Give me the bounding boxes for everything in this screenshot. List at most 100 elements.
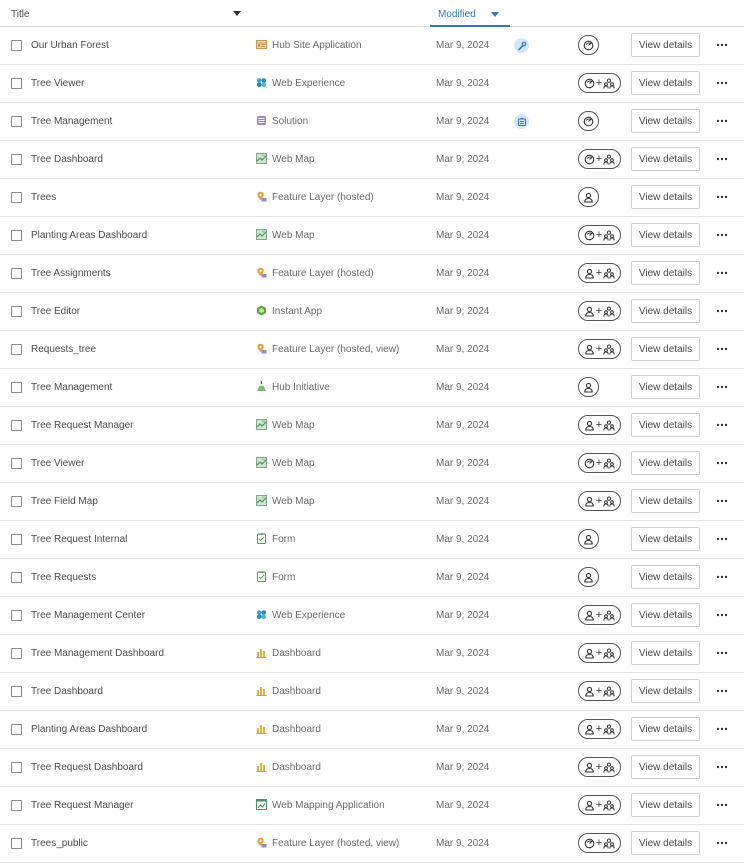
table-row[interactable]: Planting Areas Dashboard Web Map Mar 9, 20… bbox=[0, 217, 744, 255]
more-options-icon[interactable] bbox=[713, 571, 731, 583]
view-details-button[interactable]: View details bbox=[631, 831, 700, 855]
table-row[interactable]: Tree Request Manager Web Map Mar 9, 2024 + V… bbox=[0, 407, 744, 445]
table-row[interactable]: Our Urban Forest Hub Site Application Mar … bbox=[0, 27, 744, 65]
more-options-icon[interactable] bbox=[713, 419, 731, 431]
item-title[interactable]: Requests_tree bbox=[31, 344, 96, 355]
more-options-icon[interactable] bbox=[713, 685, 731, 697]
view-details-button[interactable]: View details bbox=[631, 299, 700, 323]
view-details-button[interactable]: View details bbox=[631, 375, 700, 399]
item-title[interactable]: Trees bbox=[31, 192, 56, 203]
item-title[interactable]: Tree Requests bbox=[31, 572, 96, 583]
table-row[interactable]: Tree Dashboard Web Map Mar 9, 2024 + View de… bbox=[0, 141, 744, 179]
row-checkbox[interactable] bbox=[11, 762, 22, 773]
view-details-button[interactable]: View details bbox=[631, 223, 700, 247]
sharing-status[interactable]: + bbox=[578, 681, 621, 701]
more-options-icon[interactable] bbox=[713, 229, 731, 241]
item-title[interactable]: Tree Request Manager bbox=[31, 800, 133, 811]
sharing-status[interactable]: + bbox=[578, 757, 621, 777]
sharing-status[interactable]: + bbox=[578, 263, 621, 283]
sharing-status[interactable]: + bbox=[578, 149, 621, 169]
view-details-button[interactable]: View details bbox=[631, 185, 700, 209]
title-column-header[interactable]: Title bbox=[11, 9, 30, 20]
item-title[interactable]: Planting Areas Dashboard bbox=[31, 724, 147, 735]
sharing-status[interactable]: + bbox=[578, 719, 621, 739]
row-checkbox[interactable] bbox=[11, 230, 22, 241]
view-details-button[interactable]: View details bbox=[631, 527, 700, 551]
more-options-icon[interactable] bbox=[713, 191, 731, 203]
sharing-status[interactable]: + bbox=[578, 301, 621, 321]
table-row[interactable]: Tree Management Hub Initiative Mar 9, 2024… bbox=[0, 369, 744, 407]
row-checkbox[interactable] bbox=[11, 344, 22, 355]
item-title[interactable]: Tree Request Dashboard bbox=[31, 762, 143, 773]
sharing-status[interactable] bbox=[578, 529, 599, 549]
sharing-status[interactable]: + bbox=[578, 225, 621, 245]
more-options-icon[interactable] bbox=[713, 723, 731, 735]
row-checkbox[interactable] bbox=[11, 154, 22, 165]
view-details-button[interactable]: View details bbox=[631, 71, 700, 95]
row-checkbox[interactable] bbox=[11, 496, 22, 507]
item-title[interactable]: Tree Request Manager bbox=[31, 420, 133, 431]
row-checkbox[interactable] bbox=[11, 686, 22, 697]
item-title[interactable]: Our Urban Forest bbox=[31, 40, 109, 51]
row-checkbox[interactable] bbox=[11, 838, 22, 849]
sharing-status[interactable] bbox=[578, 187, 599, 207]
row-checkbox[interactable] bbox=[11, 192, 22, 203]
item-title[interactable]: Tree Dashboard bbox=[31, 686, 103, 697]
sharing-status[interactable] bbox=[578, 377, 599, 397]
row-checkbox[interactable] bbox=[11, 40, 22, 51]
sharing-status[interactable]: + bbox=[578, 491, 621, 511]
item-title[interactable]: Tree Management Dashboard bbox=[31, 648, 164, 659]
sharing-status[interactable]: + bbox=[578, 453, 621, 473]
table-row[interactable]: Tree Request Manager Web Mapping Applicat… bbox=[0, 787, 744, 825]
row-checkbox[interactable] bbox=[11, 268, 22, 279]
sharing-status[interactable]: + bbox=[578, 73, 621, 93]
more-options-icon[interactable] bbox=[713, 495, 731, 507]
view-details-button[interactable]: View details bbox=[631, 413, 700, 437]
view-details-button[interactable]: View details bbox=[631, 337, 700, 361]
modified-column-header[interactable]: Modified bbox=[430, 0, 510, 27]
row-checkbox[interactable] bbox=[11, 458, 22, 469]
sharing-status[interactable]: + bbox=[578, 339, 621, 359]
item-title[interactable]: Tree Viewer bbox=[31, 78, 84, 89]
sharing-status[interactable]: + bbox=[578, 795, 621, 815]
row-checkbox[interactable] bbox=[11, 648, 22, 659]
sharing-status[interactable]: + bbox=[578, 643, 621, 663]
view-details-button[interactable]: View details bbox=[631, 33, 700, 57]
row-checkbox[interactable] bbox=[11, 116, 22, 127]
sharing-status[interactable]: + bbox=[578, 415, 621, 435]
row-checkbox[interactable] bbox=[11, 534, 22, 545]
table-row[interactable]: Tree Viewer Web Experience Mar 9, 2024 + Vie… bbox=[0, 65, 744, 103]
modified-sort-caret-icon[interactable] bbox=[491, 12, 499, 17]
more-options-icon[interactable] bbox=[713, 837, 731, 849]
more-options-icon[interactable] bbox=[713, 267, 731, 279]
item-title[interactable]: Tree Assignments bbox=[31, 268, 111, 279]
row-checkbox[interactable] bbox=[11, 610, 22, 621]
more-options-icon[interactable] bbox=[713, 647, 731, 659]
view-details-button[interactable]: View details bbox=[631, 451, 700, 475]
table-row[interactable]: Tree Field Map Web Map Mar 9, 2024 + View de… bbox=[0, 483, 744, 521]
more-options-icon[interactable] bbox=[713, 799, 731, 811]
sharing-status[interactable]: + bbox=[578, 605, 621, 625]
table-row[interactable]: Requests_tree Feature Layer (hosted, view… bbox=[0, 331, 744, 369]
view-details-button[interactable]: View details bbox=[631, 679, 700, 703]
item-title[interactable]: Tree Management bbox=[31, 116, 112, 127]
item-title[interactable]: Tree Management bbox=[31, 382, 112, 393]
view-details-button[interactable]: View details bbox=[631, 755, 700, 779]
table-row[interactable]: Tree Assignments Feature Layer (hosted) Ma… bbox=[0, 255, 744, 293]
table-row[interactable]: Tree Dashboard Dashboard Mar 9, 2024 + View … bbox=[0, 673, 744, 711]
table-row[interactable]: Tree Requests Form Mar 9, 2024 View details bbox=[0, 559, 744, 597]
table-row[interactable]: Tree Management Solution Mar 9, 2024 View d… bbox=[0, 103, 744, 141]
view-details-button[interactable]: View details bbox=[631, 793, 700, 817]
more-options-icon[interactable] bbox=[713, 761, 731, 773]
more-options-icon[interactable] bbox=[713, 305, 731, 317]
item-title[interactable]: Tree Viewer bbox=[31, 458, 84, 469]
more-options-icon[interactable] bbox=[713, 381, 731, 393]
table-row[interactable]: Trees Feature Layer (hosted) Mar 9, 2024 Vi… bbox=[0, 179, 744, 217]
view-details-button[interactable]: View details bbox=[631, 641, 700, 665]
item-title[interactable]: Tree Field Map bbox=[31, 496, 98, 507]
table-row[interactable]: Tree Editor Instant App Mar 9, 2024 + View d… bbox=[0, 293, 744, 331]
more-options-icon[interactable] bbox=[713, 533, 731, 545]
view-details-button[interactable]: View details bbox=[631, 109, 700, 133]
more-options-icon[interactable] bbox=[713, 609, 731, 621]
row-checkbox[interactable] bbox=[11, 78, 22, 89]
